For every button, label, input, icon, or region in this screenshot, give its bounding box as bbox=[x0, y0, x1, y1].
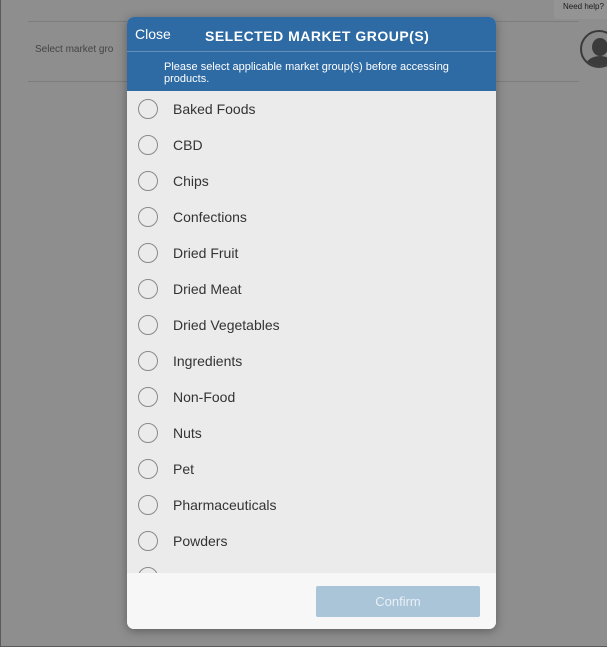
radio-button[interactable] bbox=[138, 243, 158, 263]
option-dried-fruit[interactable]: Dried Fruit bbox=[127, 235, 496, 271]
radio-button[interactable] bbox=[138, 351, 158, 371]
market-group-list[interactable]: Baked Foods CBD Chips Confections Dried … bbox=[127, 91, 496, 573]
radio-button[interactable] bbox=[138, 315, 158, 335]
option-label: Dried Meat bbox=[173, 281, 242, 297]
option-pet[interactable]: Pet bbox=[127, 451, 496, 487]
modal-title: SELECTED MARKET GROUP(S) bbox=[205, 28, 430, 44]
option-baked-foods[interactable]: Baked Foods bbox=[127, 91, 496, 127]
option-label: Confections bbox=[173, 209, 247, 225]
option-cbd[interactable]: CBD bbox=[127, 127, 496, 163]
option-pharmaceuticals[interactable]: Pharmaceuticals bbox=[127, 487, 496, 523]
divider bbox=[127, 51, 496, 52]
radio-button[interactable] bbox=[138, 135, 158, 155]
option-label: Dried Vegetables bbox=[173, 317, 280, 333]
radio-button[interactable] bbox=[138, 279, 158, 299]
modal-footer: Confirm bbox=[127, 573, 496, 629]
option-label: Non-Food bbox=[173, 389, 236, 405]
radio-button[interactable] bbox=[138, 495, 158, 515]
radio-button[interactable] bbox=[138, 387, 158, 407]
option-label: Dried Fruit bbox=[173, 245, 239, 261]
confirm-button[interactable]: Confirm bbox=[316, 586, 480, 617]
option-label: Baked Foods bbox=[173, 101, 256, 117]
option-partial[interactable] bbox=[127, 559, 496, 573]
modal-subtitle: Please select applicable market group(s)… bbox=[164, 61, 449, 85]
option-label: Pharmaceuticals bbox=[173, 497, 277, 513]
option-nuts[interactable]: Nuts bbox=[127, 415, 496, 451]
radio-button[interactable] bbox=[138, 99, 158, 119]
option-ingredients[interactable]: Ingredients bbox=[127, 343, 496, 379]
radio-button[interactable] bbox=[138, 531, 158, 551]
radio-button[interactable] bbox=[138, 459, 158, 479]
radio-button[interactable] bbox=[138, 207, 158, 227]
option-label: Chips bbox=[173, 173, 209, 189]
option-chips[interactable]: Chips bbox=[127, 163, 496, 199]
option-label: Powders bbox=[173, 533, 228, 549]
option-label: Nuts bbox=[173, 425, 202, 441]
option-dried-vegetables[interactable]: Dried Vegetables bbox=[127, 307, 496, 343]
option-label: CBD bbox=[173, 137, 203, 153]
option-non-food[interactable]: Non-Food bbox=[127, 379, 496, 415]
radio-button[interactable] bbox=[138, 423, 158, 443]
modal-header: Close SELECTED MARKET GROUP(S) Please se… bbox=[127, 17, 496, 91]
market-group-modal: Close SELECTED MARKET GROUP(S) Please se… bbox=[127, 17, 496, 629]
option-confections[interactable]: Confections bbox=[127, 199, 496, 235]
option-dried-meat[interactable]: Dried Meat bbox=[127, 271, 496, 307]
close-button[interactable]: Close bbox=[135, 26, 171, 42]
radio-button[interactable] bbox=[138, 171, 158, 191]
option-label: Ingredients bbox=[173, 353, 243, 369]
option-label: Pet bbox=[173, 461, 195, 477]
option-powders[interactable]: Powders bbox=[127, 523, 496, 559]
